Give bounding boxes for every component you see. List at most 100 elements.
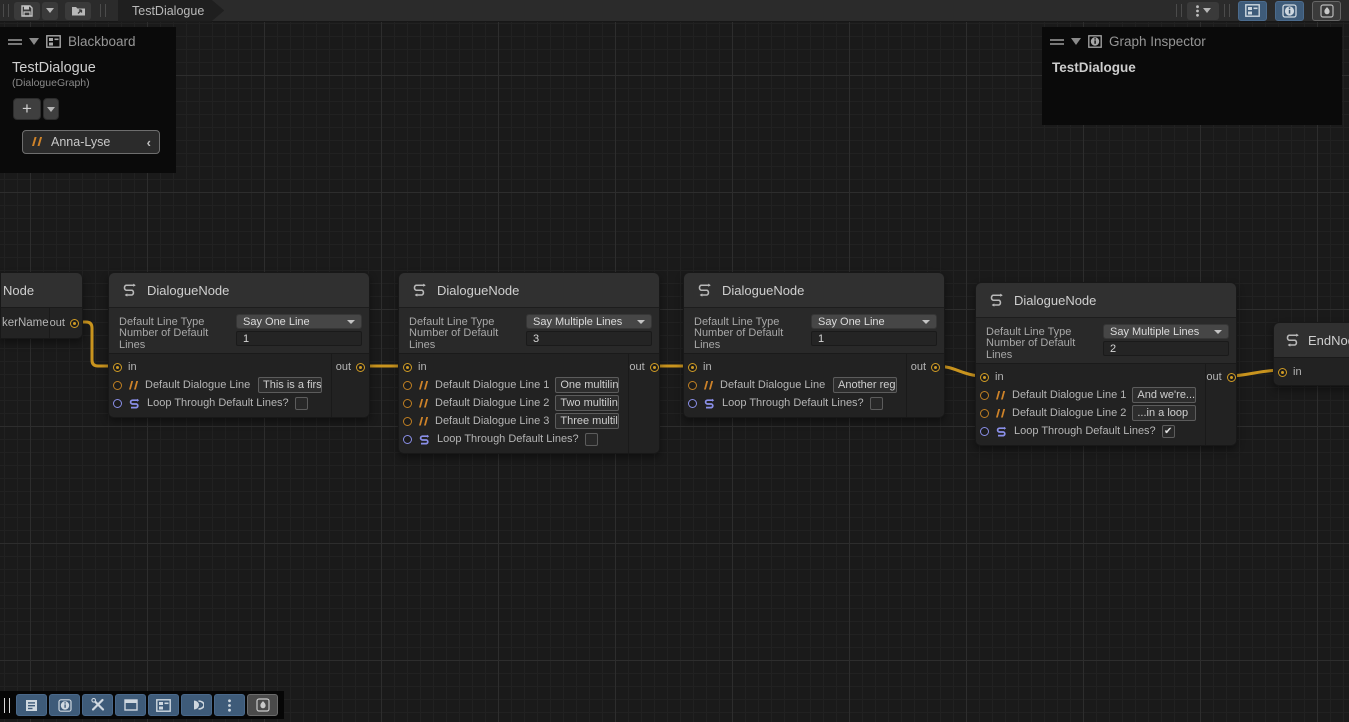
node-header[interactable]: EndNode [1274,323,1349,357]
loop-port[interactable] [688,399,697,408]
out-port[interactable] [931,363,940,372]
console-button[interactable] [16,694,47,716]
dialogue-line-port[interactable] [980,391,989,400]
window-button[interactable] [115,694,146,716]
toolbar-drag-handle[interactable] [4,698,10,713]
in-port[interactable] [113,363,122,372]
blackboard-header[interactable]: Blackboard [0,27,176,52]
dialogue-line-port[interactable] [688,381,697,390]
blackboard-graph-name: TestDialogue [0,52,176,76]
dialogue-line-label: Default Dialogue Line 1 [435,379,549,391]
options-button[interactable] [1187,2,1219,20]
loop-port[interactable] [980,427,989,436]
graph-tab[interactable]: TestDialogue [118,0,224,22]
transition-button[interactable] [181,694,212,716]
speaker-node[interactable]: Node kerName out [0,272,83,339]
loop-checkbox[interactable] [870,397,883,410]
out-port[interactable] [356,363,365,372]
dialogue-node-icon [694,282,714,298]
in-port-label: in [128,361,137,373]
collapse-triangle-icon[interactable] [1071,38,1081,45]
in-port[interactable] [980,373,989,382]
dialogue-line-field[interactable]: And we're... [1132,387,1196,403]
toggle-blackboard-button[interactable] [1238,1,1267,21]
save-button[interactable] [14,2,40,20]
collapse-triangle-icon[interactable] [29,38,39,45]
loop-label: Loop Through Default Lines? [437,433,579,445]
speaker-node-header[interactable]: Node [1,273,82,307]
node-header[interactable]: DialogueNode [399,273,659,307]
dialogue-line-port[interactable] [113,381,122,390]
loop-port[interactable] [113,399,122,408]
node-header[interactable]: DialogueNode [976,283,1236,317]
out-port[interactable] [1227,373,1236,382]
line-type-dropdown[interactable]: Say Multiple Lines [526,314,652,329]
dialogue-line-field[interactable]: One multiline [555,377,619,393]
line-type-dropdown[interactable]: Say One Line [236,314,362,329]
loop-port[interactable] [403,435,412,444]
dialogue-line-port[interactable] [980,409,989,418]
dialogue-node-1[interactable]: DialogueNode Default Line Type Say One L… [108,272,370,418]
num-lines-field[interactable]: 2 [1103,341,1229,356]
dialogue-line-label: Default Dialogue Line 1 [1012,389,1126,401]
more-options-button[interactable] [214,694,245,716]
dialogue-node-4[interactable]: DialogueNode Default Line Type Say Multi… [975,282,1237,446]
speaker-property-field[interactable]: Anna-Lyse ‹ [22,130,160,154]
drag-handle-icon[interactable] [1050,39,1064,45]
dialogue-line-field[interactable]: This is a first [258,377,322,393]
flame-panel-button[interactable] [247,694,278,716]
num-lines-field[interactable]: 1 [236,331,362,346]
quote-icon [703,381,714,390]
save-dropdown-button[interactable] [42,2,58,20]
out-port-label: out [336,361,351,373]
dialogue-line-field[interactable]: Three multilin [555,413,619,429]
line-type-dropdown[interactable]: Say One Line [811,314,937,329]
window-icon [124,699,138,711]
quote-icon [995,409,1006,418]
toggle-flame-panel-button[interactable] [1312,1,1341,21]
chevron-down-icon [47,107,55,112]
in-port[interactable] [403,363,412,372]
dialogue-line-value: One multiline [560,379,619,391]
add-property-dropdown[interactable] [43,98,59,120]
in-port[interactable] [1278,368,1287,377]
dialogue-line-port[interactable] [403,399,412,408]
node-header[interactable]: DialogueNode [684,273,944,307]
out-port[interactable] [70,319,79,328]
dialogue-line-port[interactable] [403,417,412,426]
toolbar-separator [100,4,106,17]
add-property-button[interactable]: + [13,98,41,120]
toolbar-handle[interactable] [3,4,9,17]
blackboard-toggle-button[interactable] [148,694,179,716]
chevron-down-icon [347,320,355,324]
loop-checkbox[interactable] [295,397,308,410]
open-graph-button[interactable] [65,2,91,20]
out-port-label: out [50,317,65,329]
dialogue-node-3[interactable]: DialogueNode Default Line Type Say One L… [683,272,945,418]
dialogue-line-field[interactable]: Another regu [833,377,897,393]
graph-canvas[interactable]: TestDialogue [0,0,1349,722]
dialogue-line-field[interactable]: Two multiline [555,395,619,411]
node-header[interactable]: DialogueNode [109,273,369,307]
chevron-left-icon[interactable]: ‹ [147,135,151,150]
chevron-down-icon [46,8,54,13]
blackboard-icon [156,699,171,712]
toggle-inspector-button[interactable] [1275,1,1304,21]
kebab-menu-icon [1196,5,1199,17]
dialogue-line-port[interactable] [403,381,412,390]
dialogue-line-field[interactable]: ...in a loop [1132,405,1196,421]
dialogue-node-2[interactable]: DialogueNode Default Line Type Say Multi… [398,272,660,454]
num-lines-field[interactable]: 3 [526,331,652,346]
drag-handle-icon[interactable] [8,39,22,45]
graph-inspector-header[interactable]: Graph Inspector [1042,27,1342,52]
dialogue-node-icon [986,292,1006,308]
line-type-dropdown[interactable]: Say Multiple Lines [1103,324,1229,339]
in-port[interactable] [688,363,697,372]
inspector-toggle-button[interactable] [49,694,80,716]
out-port[interactable] [650,363,659,372]
tools-button[interactable] [82,694,113,716]
num-lines-field[interactable]: 1 [811,331,937,346]
loop-checkbox[interactable] [585,433,598,446]
loop-checkbox[interactable] [1162,425,1175,438]
end-node[interactable]: EndNode in [1273,322,1349,386]
